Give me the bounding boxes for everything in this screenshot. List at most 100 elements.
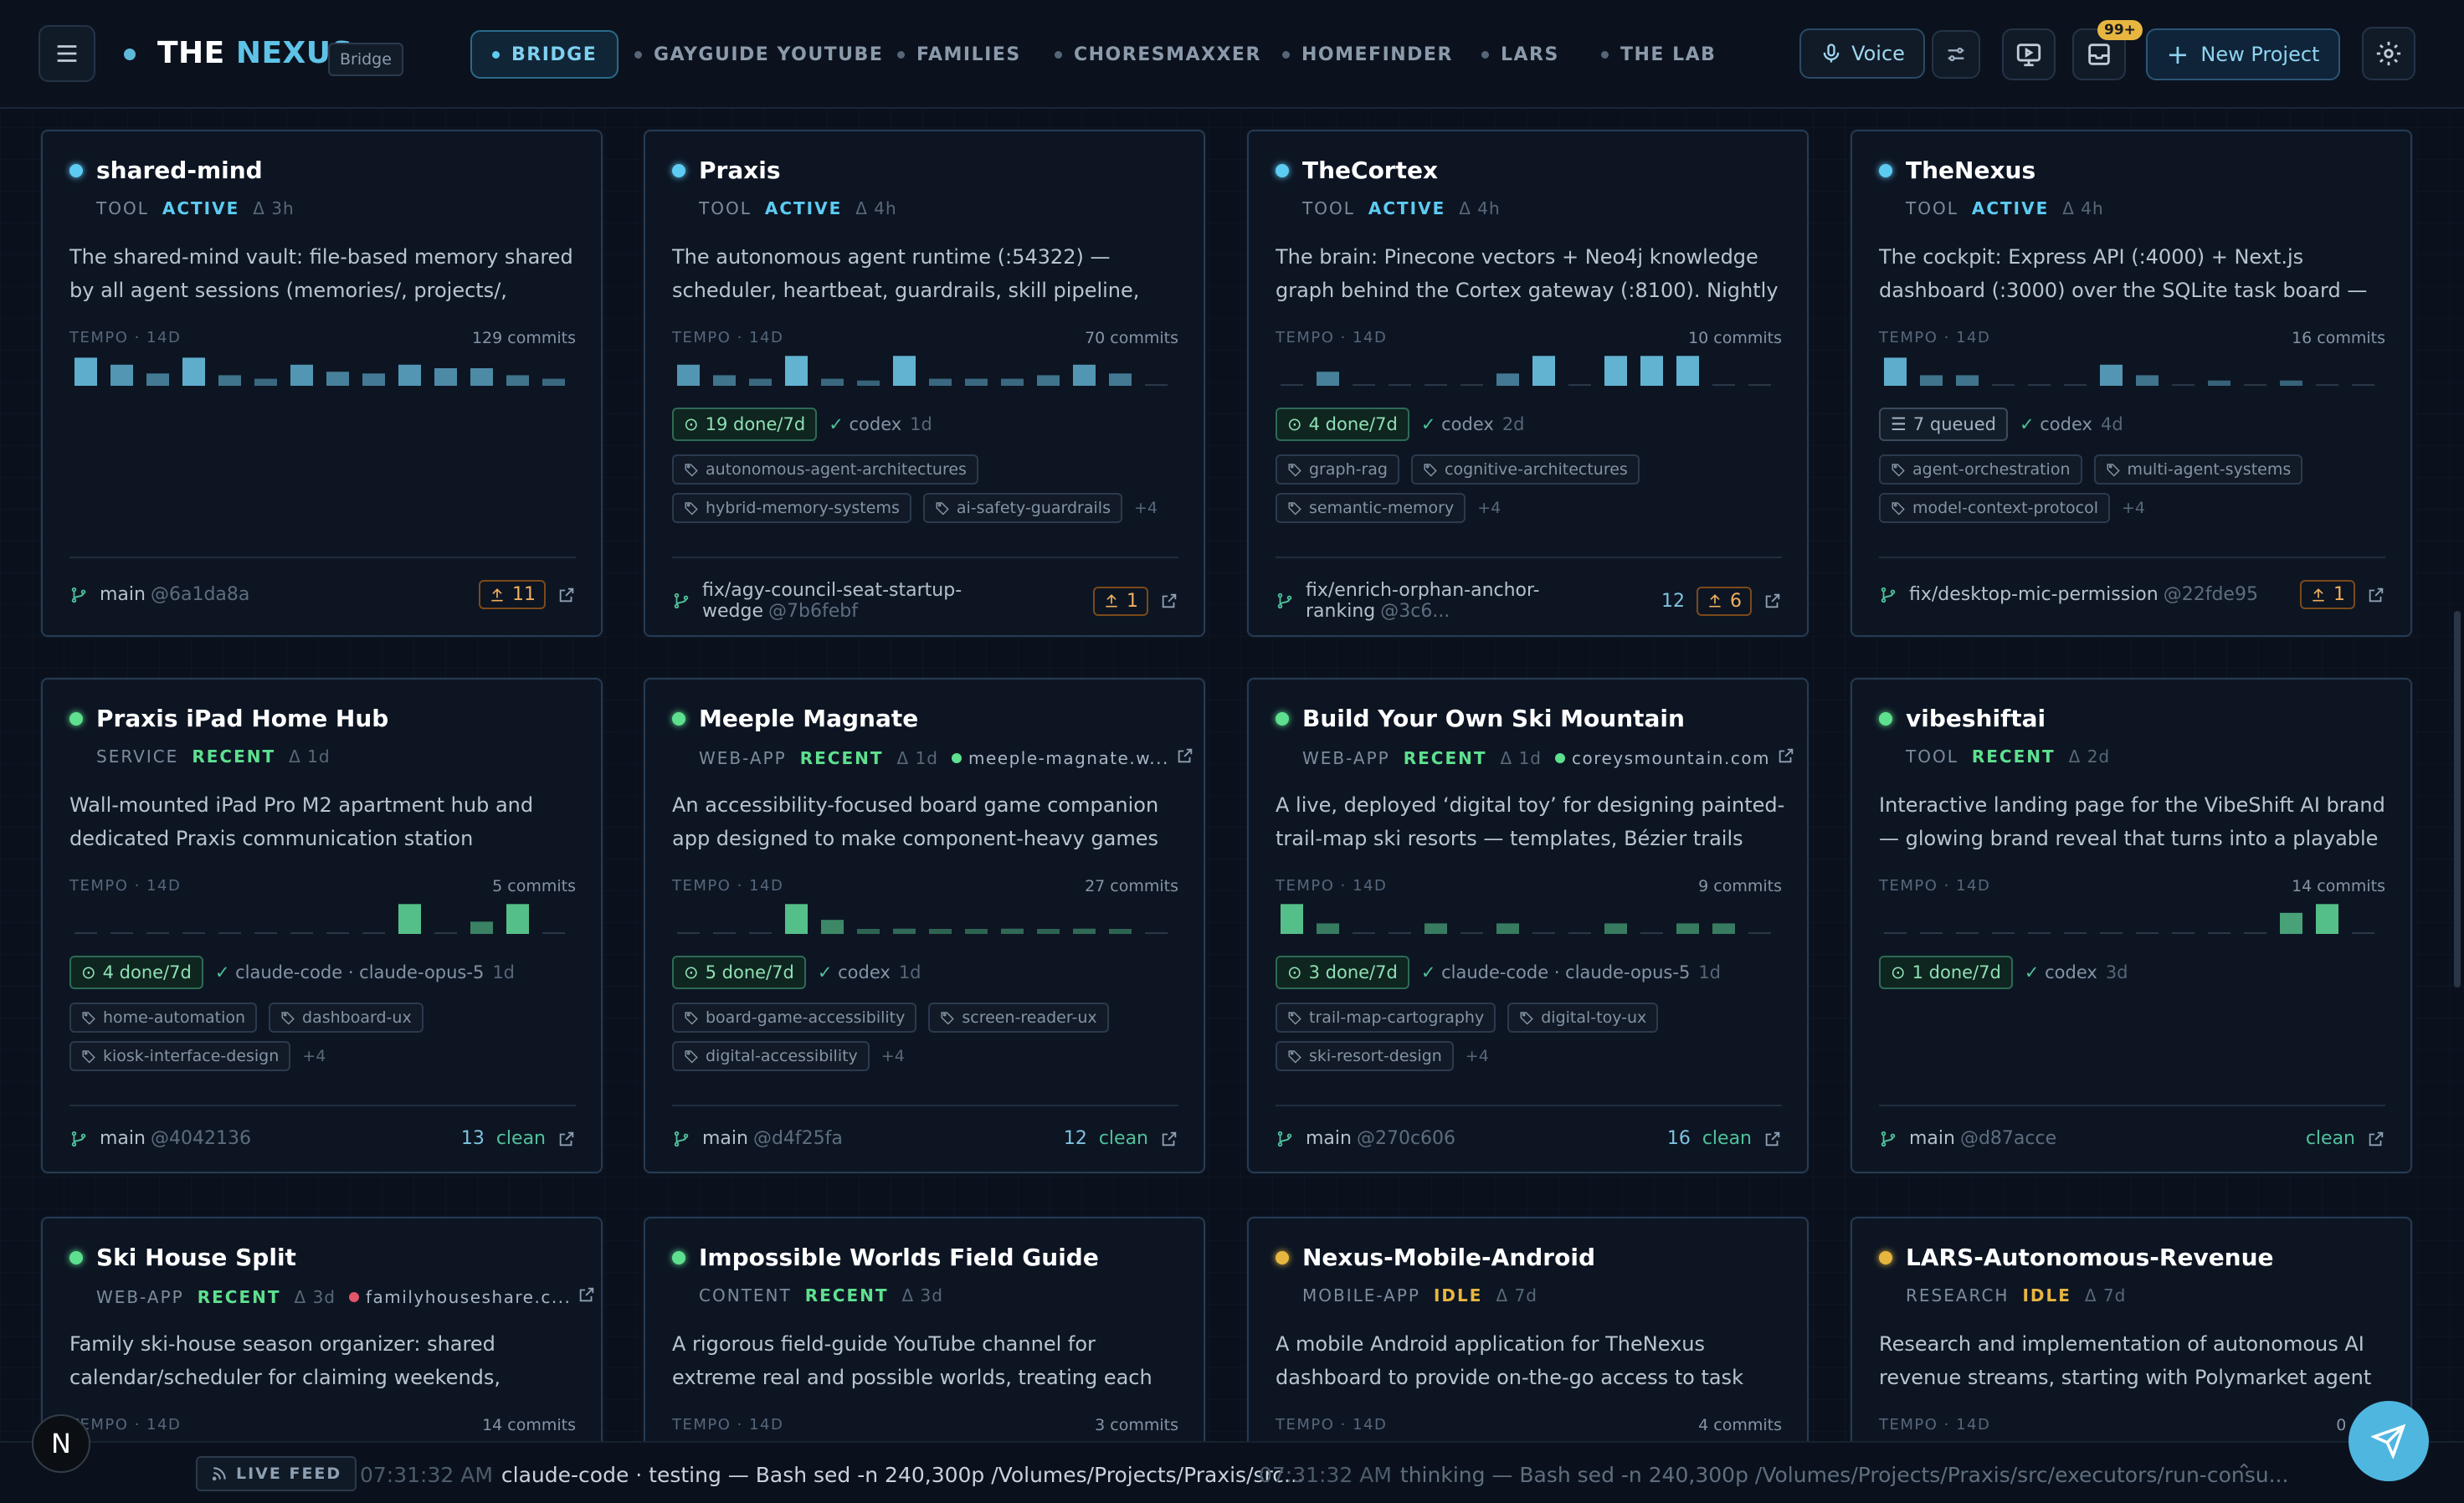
- tempo-sparkline: [74, 357, 565, 386]
- host-link[interactable]: coreysmountain.com: [1554, 746, 1795, 769]
- topic-tag[interactable]: agent-orchestration: [1879, 454, 2082, 485]
- tab-choresmaxxer[interactable]: CHORESMAXXER: [1055, 30, 1261, 79]
- agent-age: 1d: [910, 414, 932, 434]
- topic-tag[interactable]: digital-toy-ux: [1507, 1003, 1659, 1033]
- branch-info[interactable]: main @270c606: [1306, 1128, 1455, 1149]
- topic-tag[interactable]: hybrid-memory-systems: [672, 493, 911, 523]
- topic-tag[interactable]: kiosk-interface-design: [69, 1041, 291, 1071]
- project-card[interactable]: Meeple Magnate WEB-APP RECENT Δ 1d meeple-ma…: [644, 678, 1205, 1173]
- tempo-bar: [2028, 932, 2051, 934]
- done-chip[interactable]: ⊙ 4 done/7d: [1276, 408, 1409, 441]
- tempo-bar: [677, 932, 700, 934]
- project-type: WEB-APP: [699, 747, 787, 768]
- tempo-bar: [749, 378, 772, 386]
- tab-families[interactable]: FAMILIES: [897, 30, 1021, 79]
- external-link-icon[interactable]: [557, 586, 576, 604]
- tab-gayguide-youtube[interactable]: GAYGUIDE YOUTUBE: [634, 30, 883, 79]
- external-link-icon[interactable]: [2367, 586, 2385, 604]
- unpushed-badge[interactable]: 1: [2300, 580, 2355, 609]
- more-tags-count[interactable]: +4: [1134, 499, 1158, 517]
- unpushed-badge[interactable]: 6: [1697, 586, 1752, 616]
- card-meta: TOOL ACTIVE Δ 3h: [96, 198, 295, 218]
- menu-button[interactable]: [38, 25, 95, 82]
- agent-info: ✓ claude-code · claude-opus-5 1d: [215, 962, 515, 982]
- feed-expand-chevron-icon[interactable]: ⌃: [2236, 1461, 2251, 1482]
- more-tags-count[interactable]: +4: [1477, 499, 1501, 517]
- tab-homefinder[interactable]: HOMEFINDER: [1282, 30, 1453, 79]
- activity-row: ⊙ 4 done/7d ✓ codex 2d: [1276, 408, 1525, 441]
- external-link-icon[interactable]: [1160, 592, 1178, 610]
- topic-tag[interactable]: semantic-memory: [1276, 493, 1466, 523]
- project-card[interactable]: TheCortex TOOL ACTIVE Δ 4h The brain: Pineco…: [1247, 130, 1809, 637]
- voice-button[interactable]: Voice: [1799, 28, 1925, 79]
- live-feed-button[interactable]: LIVE FEED: [196, 1456, 357, 1491]
- external-link-icon[interactable]: [1160, 1130, 1178, 1148]
- tab-lars[interactable]: LARS: [1481, 30, 1559, 79]
- branch-info[interactable]: fix/enrich-orphan-anchor-ranking @3c6...: [1306, 580, 1638, 622]
- new-project-button[interactable]: + New Project: [2146, 28, 2340, 80]
- done-chip[interactable]: ⊙ 3 done/7d: [1276, 956, 1409, 989]
- unpushed-badge[interactable]: 1: [1093, 586, 1148, 616]
- project-card[interactable]: shared-mind TOOL ACTIVE Δ 3h The shared-mind…: [41, 130, 603, 637]
- external-link-icon[interactable]: [1176, 746, 1194, 765]
- branch-info[interactable]: fix/desktop-mic-permission @22fde95: [1909, 584, 2258, 605]
- tempo-bar: [893, 356, 916, 386]
- project-card[interactable]: Praxis iPad Home Hub SERVICE RECENT Δ 1d Wal…: [41, 678, 603, 1173]
- external-link-icon[interactable]: [1763, 592, 1782, 610]
- settings-button[interactable]: [2362, 27, 2415, 80]
- queued-chip[interactable]: ☰ 7 queued: [1879, 408, 2008, 441]
- topic-tag[interactable]: screen-reader-ux: [928, 1003, 1109, 1033]
- topic-tag[interactable]: home-automation: [69, 1003, 258, 1033]
- tempo-bar: [677, 364, 700, 386]
- external-link-icon[interactable]: [578, 1285, 596, 1304]
- screen-share-button[interactable]: [2002, 28, 2056, 80]
- external-link-icon[interactable]: [2367, 1130, 2385, 1148]
- app-brand[interactable]: THE NEXUS: [157, 36, 353, 70]
- branch-info[interactable]: main @d87acce: [1909, 1128, 2056, 1149]
- external-link-icon[interactable]: [557, 1130, 576, 1148]
- topic-tag[interactable]: board-game-accessibility: [672, 1003, 917, 1033]
- external-link-icon[interactable]: [1763, 1130, 1782, 1148]
- topic-tag[interactable]: dashboard-ux: [269, 1003, 424, 1033]
- topic-tag[interactable]: digital-accessibility: [672, 1041, 870, 1071]
- filters-button[interactable]: [1932, 30, 1980, 79]
- done-chip[interactable]: ⊙ 5 done/7d: [672, 956, 806, 989]
- tempo-bar: [821, 378, 844, 386]
- tab-the-lab[interactable]: THE LAB: [1601, 30, 1716, 79]
- more-tags-count[interactable]: +4: [1466, 1047, 1489, 1065]
- host-link[interactable]: meeple-magnate.w...: [951, 746, 1194, 769]
- assistant-avatar-button[interactable]: N: [32, 1414, 90, 1473]
- topic-tag[interactable]: ai-safety-guardrails: [922, 493, 1122, 523]
- topic-tag[interactable]: ski-resort-design: [1276, 1041, 1454, 1071]
- tag-icon: [684, 500, 699, 516]
- done-chip[interactable]: ⊙ 4 done/7d: [69, 956, 203, 989]
- branch-info[interactable]: fix/agy-council-seat-startup-wedge @7b6fe…: [702, 580, 1070, 622]
- unpushed-badge[interactable]: 11: [479, 580, 546, 609]
- topic-tag[interactable]: graph-rag: [1276, 454, 1399, 485]
- topic-tag[interactable]: autonomous-agent-architectures: [672, 454, 978, 485]
- topic-tag[interactable]: cognitive-architectures: [1411, 454, 1640, 485]
- more-tags-count[interactable]: +4: [881, 1047, 905, 1065]
- more-tags-count[interactable]: +4: [2122, 499, 2145, 517]
- branch-info[interactable]: main @d4f25fa: [702, 1128, 843, 1149]
- topic-tag[interactable]: model-context-protocol: [1879, 493, 2110, 523]
- host-link[interactable]: familyhouseshare.c...: [348, 1285, 596, 1308]
- project-card[interactable]: vibeshiftai TOOL RECENT Δ 2d Interactive lan…: [1851, 678, 2412, 1173]
- project-card[interactable]: Build Your Own Ski Mountain WEB-APP RECENT…: [1247, 678, 1809, 1173]
- tempo-bar: [1676, 356, 1699, 386]
- more-tags-count[interactable]: +4: [302, 1047, 326, 1065]
- external-link-icon[interactable]: [1777, 746, 1795, 765]
- scrollbar[interactable]: [2454, 611, 2461, 987]
- done-chip[interactable]: ⊙ 1 done/7d: [1879, 956, 2013, 989]
- done-chip[interactable]: ⊙ 19 done/7d: [672, 408, 818, 441]
- topic-tag[interactable]: trail-map-cartography: [1276, 1003, 1496, 1033]
- tab-bridge[interactable]: BRIDGE: [470, 30, 619, 79]
- send-button[interactable]: [2348, 1401, 2429, 1481]
- branch-info[interactable]: main @6a1da8a: [100, 584, 249, 605]
- project-card[interactable]: TheNexus TOOL ACTIVE Δ 4h The cockpit: Expre…: [1851, 130, 2412, 637]
- tab-dot: [634, 50, 642, 59]
- project-card[interactable]: Praxis TOOL ACTIVE Δ 4h The autonomous agent…: [644, 130, 1205, 637]
- branch-info[interactable]: main @4042136: [100, 1128, 251, 1149]
- card-meta: WEB-APP RECENT Δ 3d familyhouseshare.c...: [96, 1285, 596, 1308]
- topic-tag[interactable]: multi-agent-systems: [2093, 454, 2303, 485]
